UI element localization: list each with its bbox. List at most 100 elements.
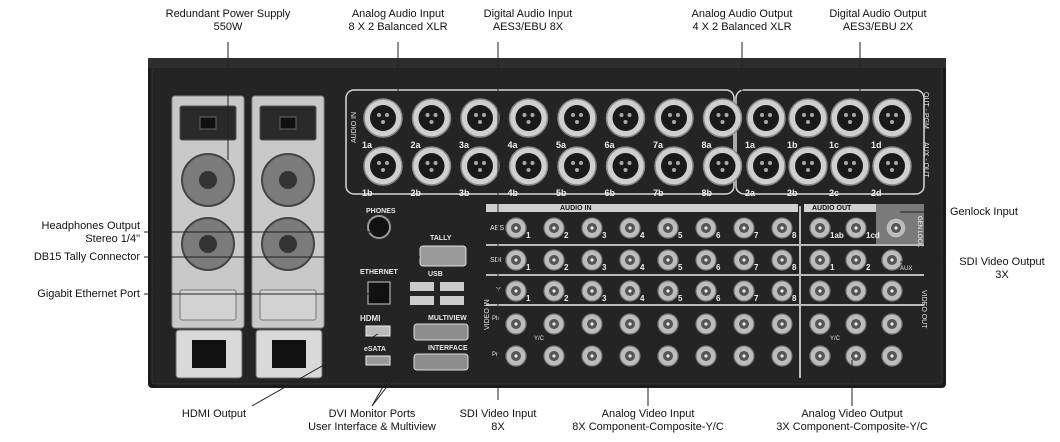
dvi-interface-port — [413, 353, 469, 371]
callout-analog-video-output: Analog Video Output 3X Component-Composi… — [776, 408, 928, 434]
connector-label: 6 — [716, 294, 721, 303]
yc-in-label: Y/C — [534, 336, 545, 342]
connector-label: 1c — [829, 140, 839, 150]
callout-line: Analog Audio Input — [351, 8, 445, 20]
bnc-output-connector — [809, 280, 831, 302]
connector-label: 4 — [640, 263, 645, 272]
headphones-jack — [367, 215, 391, 239]
connector-label: 4b — [508, 188, 519, 198]
pb-row-label: Pb — [492, 316, 500, 322]
callout-line: Analog Audio Output — [691, 8, 793, 20]
audio-out-bar-label: AUDIO OUT — [812, 205, 852, 212]
connector-label: 3 — [602, 263, 607, 272]
connector-label: 6 — [716, 263, 721, 272]
connector-label: 7a — [653, 140, 664, 150]
bnc-input-connector — [581, 313, 603, 335]
interface-label: INTERFACE — [428, 345, 468, 352]
dvi-multiview-port — [413, 323, 469, 341]
aes-row-label: AES — [490, 225, 504, 232]
video-out-side-label: VIDEO OUT — [920, 290, 927, 329]
callout-analog-video-input: Analog Video Input 8X Component-Composit… — [572, 408, 724, 434]
callout-line: 8X — [491, 421, 505, 433]
connector-label: 1b — [787, 140, 798, 150]
connector-label: 1 — [526, 263, 531, 272]
bnc-output-connector — [809, 345, 831, 367]
connector-label: 5a — [556, 140, 567, 150]
bnc-input-connector — [771, 345, 793, 367]
connector-label: 2d — [871, 188, 882, 198]
connector-label: 1b — [362, 188, 373, 198]
bnc-input-connector — [581, 345, 603, 367]
connector-label: 2b — [787, 188, 798, 198]
audio-in-side-label: AUDIO IN — [351, 112, 358, 143]
callout-headphones-output: Headphones Output Stereo 1/4" — [42, 220, 140, 246]
callout-line: HDMI Output — [181, 408, 247, 420]
connector-label: 1d — [871, 140, 882, 150]
ethernet-port — [367, 281, 391, 305]
sdi-row-label: SDI — [490, 257, 502, 264]
connector-label: 7 — [754, 263, 759, 272]
connector-label: 1a — [362, 140, 373, 150]
callout-line: 8X Component-Composite-Y/C — [572, 421, 724, 433]
genlock-side-label: GEN LOCK — [916, 216, 922, 247]
callout-genlock-input: Genlock Input — [950, 206, 1018, 219]
bnc-input-connector — [619, 313, 641, 335]
pr-row-label: Pr — [492, 352, 498, 358]
callout-line: 3X — [995, 269, 1009, 281]
esata-label: eSATA — [364, 346, 386, 353]
aux-out-side-label: AUX - OUT — [922, 142, 929, 178]
bnc-output-connector — [845, 345, 867, 367]
usb-label: USB — [428, 271, 443, 278]
multiview-label: MULTIVIEW — [428, 315, 467, 322]
connector-label: 8 — [792, 231, 797, 240]
bnc-input-connector — [619, 345, 641, 367]
hdmi-label: HDMI — [360, 314, 380, 323]
callout-power-supply: Redundant Power Supply 550W — [166, 8, 291, 34]
video-in-side-label: VIDEO IN — [484, 299, 491, 330]
callout-dvi-monitor-ports: DVI Monitor Ports User Interface & Multi… — [308, 408, 436, 434]
callout-line: 3X Component-Composite-Y/C — [776, 421, 928, 433]
connector-label: 1a — [745, 140, 756, 150]
callout-line: Digital Audio Input — [483, 8, 573, 20]
connector-label: 8b — [702, 188, 713, 198]
genlock-bnc-connector — [885, 217, 907, 239]
callout-sdi-video-output: SDI Video Output 3X — [959, 256, 1044, 282]
bnc-output-connector — [845, 313, 867, 335]
connector-label: 1 — [830, 263, 835, 272]
callout-line: 4 X 2 Balanced XLR — [692, 21, 792, 33]
callout-ethernet-port: Gigabit Ethernet Port — [37, 288, 140, 301]
bnc-input-connector — [505, 345, 527, 367]
callout-line: Headphones Output — [41, 220, 140, 232]
connector-label: 3 — [602, 231, 607, 240]
callout-line: SDI Video Output — [959, 256, 1045, 268]
power-supply-2 — [251, 95, 325, 329]
callout-line: AES3/EBU 2X — [842, 21, 914, 33]
bnc-input-connector — [771, 313, 793, 335]
callout-line: AES3/EBU 8X — [492, 21, 564, 33]
bnc-output-connector — [845, 280, 867, 302]
callout-tally-connector: DB15 Tally Connector — [34, 251, 140, 264]
callout-hdmi-output: HDMI Output — [182, 408, 246, 421]
bnc-output-connector — [881, 345, 903, 367]
bnc-input-connector — [543, 313, 565, 335]
yc-out-label: Y/C — [830, 336, 841, 342]
callout-line: 8 X 2 Balanced XLR — [348, 21, 448, 33]
aux-label: AUX — [900, 266, 912, 272]
out-pgm-side-label: OUT - PGM — [922, 92, 929, 129]
callout-sdi-video-input: SDI Video Input 8X — [460, 408, 537, 434]
tally-label: TALLY — [430, 235, 452, 242]
bnc-input-connector — [543, 345, 565, 367]
tally-db15-port — [419, 245, 467, 267]
connector-label: 7 — [754, 231, 759, 240]
bnc-input-connector — [657, 313, 679, 335]
bnc-input-connector — [695, 313, 717, 335]
connector-label: 4 — [640, 231, 645, 240]
connector-label: 1ab — [830, 231, 844, 240]
connector-label: 3b — [459, 188, 470, 198]
rear-panel-illustration: 1a 2a 3a 4a 5a 6a 7a 8a 1b 2b 3b 4b 5b 6b 7b 8b 1a 1b 1c 1… — [144, 42, 946, 407]
callout-line: Digital Audio Output — [829, 8, 927, 20]
connector-label: 2 — [564, 231, 569, 240]
connector-label: 1cd — [866, 231, 880, 240]
connector-label: 5b — [556, 188, 567, 198]
connector-label: 5 — [678, 231, 683, 240]
